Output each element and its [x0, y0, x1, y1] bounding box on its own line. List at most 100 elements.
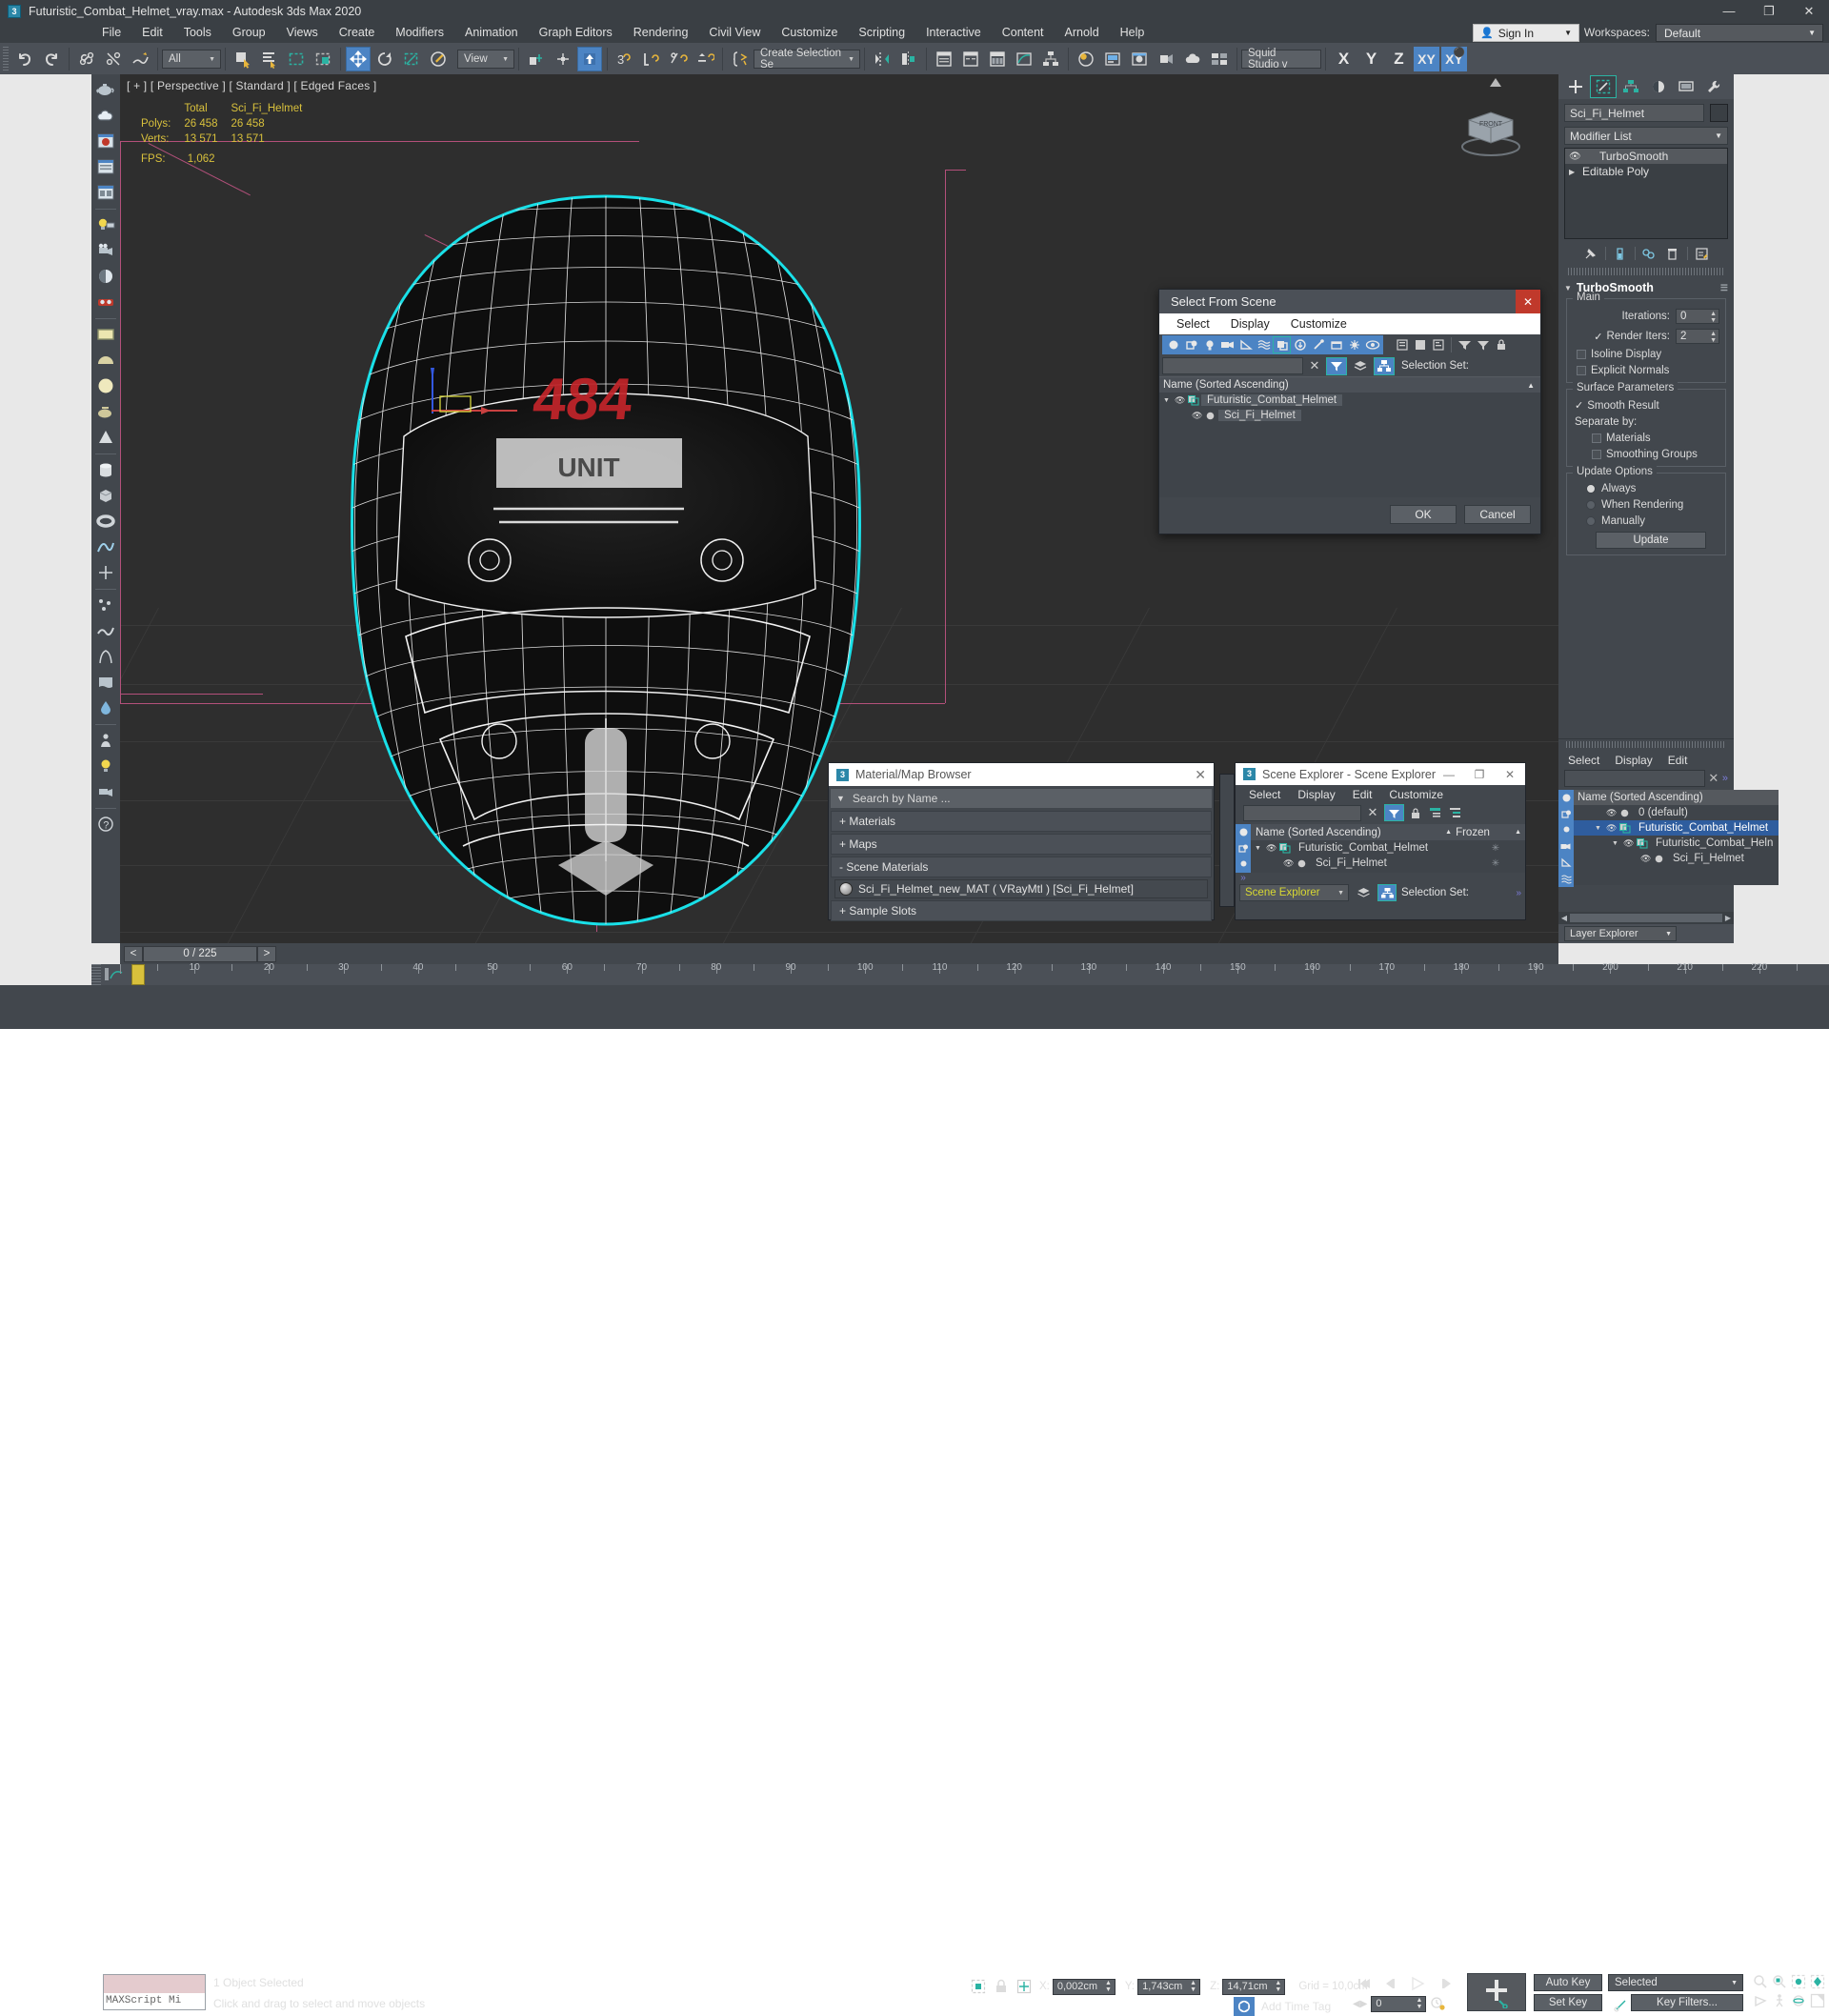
clear-search-icon[interactable]: ✕ [1705, 771, 1722, 786]
go-to-start-button[interactable] [1353, 1973, 1377, 1994]
particle-system-icon[interactable] [93, 593, 118, 617]
auto-key-button[interactable]: Auto Key [1534, 1974, 1602, 1991]
sort-ascending-icon[interactable]: ▲ [1527, 381, 1535, 390]
cameras-filter-icon[interactable] [1218, 336, 1236, 353]
material-editor-icon[interactable] [1074, 47, 1098, 71]
prev-frame-button[interactable]: < [124, 945, 143, 962]
minimize-button[interactable]: — [1709, 0, 1749, 22]
make-unique-icon[interactable] [1641, 245, 1658, 262]
next-frame-button[interactable]: > [257, 945, 276, 962]
spinner-arrows-icon[interactable]: ▲ ▼ [1416, 1997, 1422, 2010]
select-from-scene-dialog[interactable]: Select From Scene ✕ Select Display Custo… [1158, 289, 1541, 534]
menu-customize[interactable]: Customize [771, 23, 848, 42]
key-tangent-icon[interactable] [1610, 1994, 1633, 2015]
time-configuration-icon[interactable] [1426, 1993, 1449, 2014]
column-frozen-label[interactable]: Frozen [1456, 827, 1515, 838]
maximize-viewport-icon[interactable] [1808, 1991, 1827, 2010]
sphere-primitive-icon[interactable] [93, 373, 118, 398]
select-by-name-icon[interactable] [257, 47, 282, 71]
search-input[interactable]: Search by Name ... [853, 792, 951, 805]
menu-select[interactable]: Select [1176, 317, 1210, 331]
scene-explorer-window[interactable]: 3 Scene Explorer - Scene Explorer — ❐ ✕ … [1235, 762, 1526, 920]
smoothing-groups-checkbox[interactable] [1592, 450, 1601, 459]
absolute-relative-toggle-icon[interactable] [1013, 1976, 1035, 1997]
update-button[interactable]: Update [1596, 532, 1706, 549]
render-preset-select[interactable]: Squid Studio v [1241, 48, 1321, 71]
move-gizmo[interactable]: Y [423, 330, 528, 415]
collapse-all-icon[interactable] [1447, 804, 1464, 821]
bind-to-space-warp-icon[interactable] [128, 47, 152, 71]
toggle-layer-explorer-icon[interactable] [958, 47, 983, 71]
plane-primitive-icon[interactable] [93, 322, 118, 347]
expand-icon[interactable]: ▼ [1255, 845, 1266, 852]
curve-editor-icon[interactable] [1012, 47, 1036, 71]
select-and-scale-icon[interactable] [399, 47, 424, 71]
close-icon[interactable]: ✕ [1516, 290, 1540, 313]
percent-snap-toggle-icon[interactable] [666, 47, 691, 71]
update-when-rendering-radio[interactable] [1586, 500, 1596, 510]
named-selection-sets-select[interactable]: Create Selection Se ▼ [754, 48, 860, 71]
materials-checkbox[interactable] [1592, 433, 1601, 443]
menu-civil-view[interactable]: Civil View [698, 23, 771, 42]
axis-value-input[interactable]: 1,743cm ▲ ▼ [1137, 1978, 1201, 1995]
constrain-xy-button[interactable]: XY [1414, 46, 1439, 71]
eye-icon[interactable]: 👁 [1606, 808, 1619, 818]
menu-arnold[interactable]: Arnold [1055, 23, 1110, 42]
isoline-display-checkbox[interactable] [1577, 350, 1586, 359]
spinner-arrows-icon[interactable]: ▲ ▼ [1275, 1980, 1281, 1993]
teapot-primitive-icon[interactable] [93, 399, 118, 424]
menu-group[interactable]: Group [222, 23, 276, 42]
column-name-label[interactable]: Name (Sorted Ascending) [1251, 827, 1445, 838]
render-iters-spinner[interactable]: 2 ▲ ▼ [1676, 329, 1719, 344]
motion-tab[interactable] [1645, 75, 1672, 98]
spline-icon[interactable] [93, 534, 118, 559]
toolbar-grip[interactable] [3, 46, 9, 71]
material-editor-icon[interactable] [93, 129, 118, 153]
explorer-select[interactable]: Layer Explorer ▼ [1564, 926, 1677, 941]
dialog-scene-tree[interactable]: ▼ 👁 Futuristic_Combat_Helmet 👁 Sci_Fi_Helmet [1159, 393, 1540, 497]
mirror-icon[interactable] [870, 47, 894, 71]
shapes-filter-icon[interactable] [1236, 840, 1251, 857]
object-name-field[interactable]: Sci_Fi_Helmet [1564, 104, 1704, 122]
smooth-result-checkbox[interactable]: ✓ [1575, 399, 1583, 412]
key-filters-button[interactable]: Key Filters... [1631, 1994, 1743, 2011]
menu-help[interactable]: Help [1110, 23, 1156, 42]
lights-filter-icon[interactable] [1558, 822, 1574, 838]
orbit-icon[interactable] [1789, 1991, 1808, 2010]
update-manually-radio[interactable] [1586, 516, 1596, 526]
xrefs-filter-icon[interactable] [1291, 336, 1309, 353]
shapes-filter-icon[interactable] [1182, 336, 1200, 353]
light-icon[interactable] [93, 212, 118, 237]
schematic-view-icon[interactable] [1038, 47, 1063, 71]
tree-row[interactable]: ▼ 👁 Futuristic_Combat_Helmet [1574, 820, 1779, 836]
eye-icon[interactable]: 👁 [1640, 854, 1654, 864]
maximize-button[interactable]: ❐ [1464, 763, 1495, 785]
lights-filter-icon[interactable] [1236, 857, 1251, 873]
expand-icon[interactable]: ▼ [1612, 840, 1623, 847]
space-warps-filter-icon[interactable] [1255, 336, 1273, 353]
explorer-select[interactable]: Scene Explorer ▼ [1239, 884, 1349, 901]
geometry-filter-icon[interactable] [1164, 336, 1182, 353]
rollout-menu-icon[interactable]: ☰ [1720, 283, 1728, 293]
track-bar[interactable]: 10 20 30 40 50 60 70 80 90 100 110 120 130 140 150 160 1… [91, 962, 1829, 985]
hierarchy-icon[interactable] [1377, 884, 1397, 901]
toggle-ribbon-icon[interactable] [985, 47, 1010, 71]
frame-stepper-icon[interactable]: ◀▶ [1353, 1999, 1367, 2009]
update-always-radio[interactable] [1586, 484, 1596, 494]
close-icon[interactable]: ✕ [1195, 767, 1206, 783]
frozen-cell[interactable]: ✳ [1466, 858, 1525, 869]
set-keys-button[interactable] [1467, 1973, 1526, 2011]
scene-explorer-icon[interactable] [93, 154, 118, 179]
filter-toggle-icon[interactable] [1384, 804, 1404, 821]
create-tab[interactable] [1562, 75, 1589, 98]
layers-icon[interactable] [1350, 357, 1371, 375]
window-crossing-toggle-icon[interactable] [311, 47, 335, 71]
tree-row[interactable]: ▼ 👁 Futuristic_Combat_Heln [1574, 836, 1779, 851]
snaps-toggle-icon[interactable]: 3 [613, 47, 637, 71]
eye-icon[interactable]: 👁 [1623, 838, 1637, 849]
constrain-plane-cycle-button[interactable]: XY ⚫ [1441, 46, 1467, 71]
selection-filter-select[interactable]: All ▼ [162, 49, 221, 69]
modifier-list-select[interactable]: Modifier List ▼ [1564, 127, 1728, 145]
use-pivot-point-center-icon[interactable] [524, 47, 549, 71]
eye-icon[interactable]: 👁 [1192, 411, 1205, 421]
